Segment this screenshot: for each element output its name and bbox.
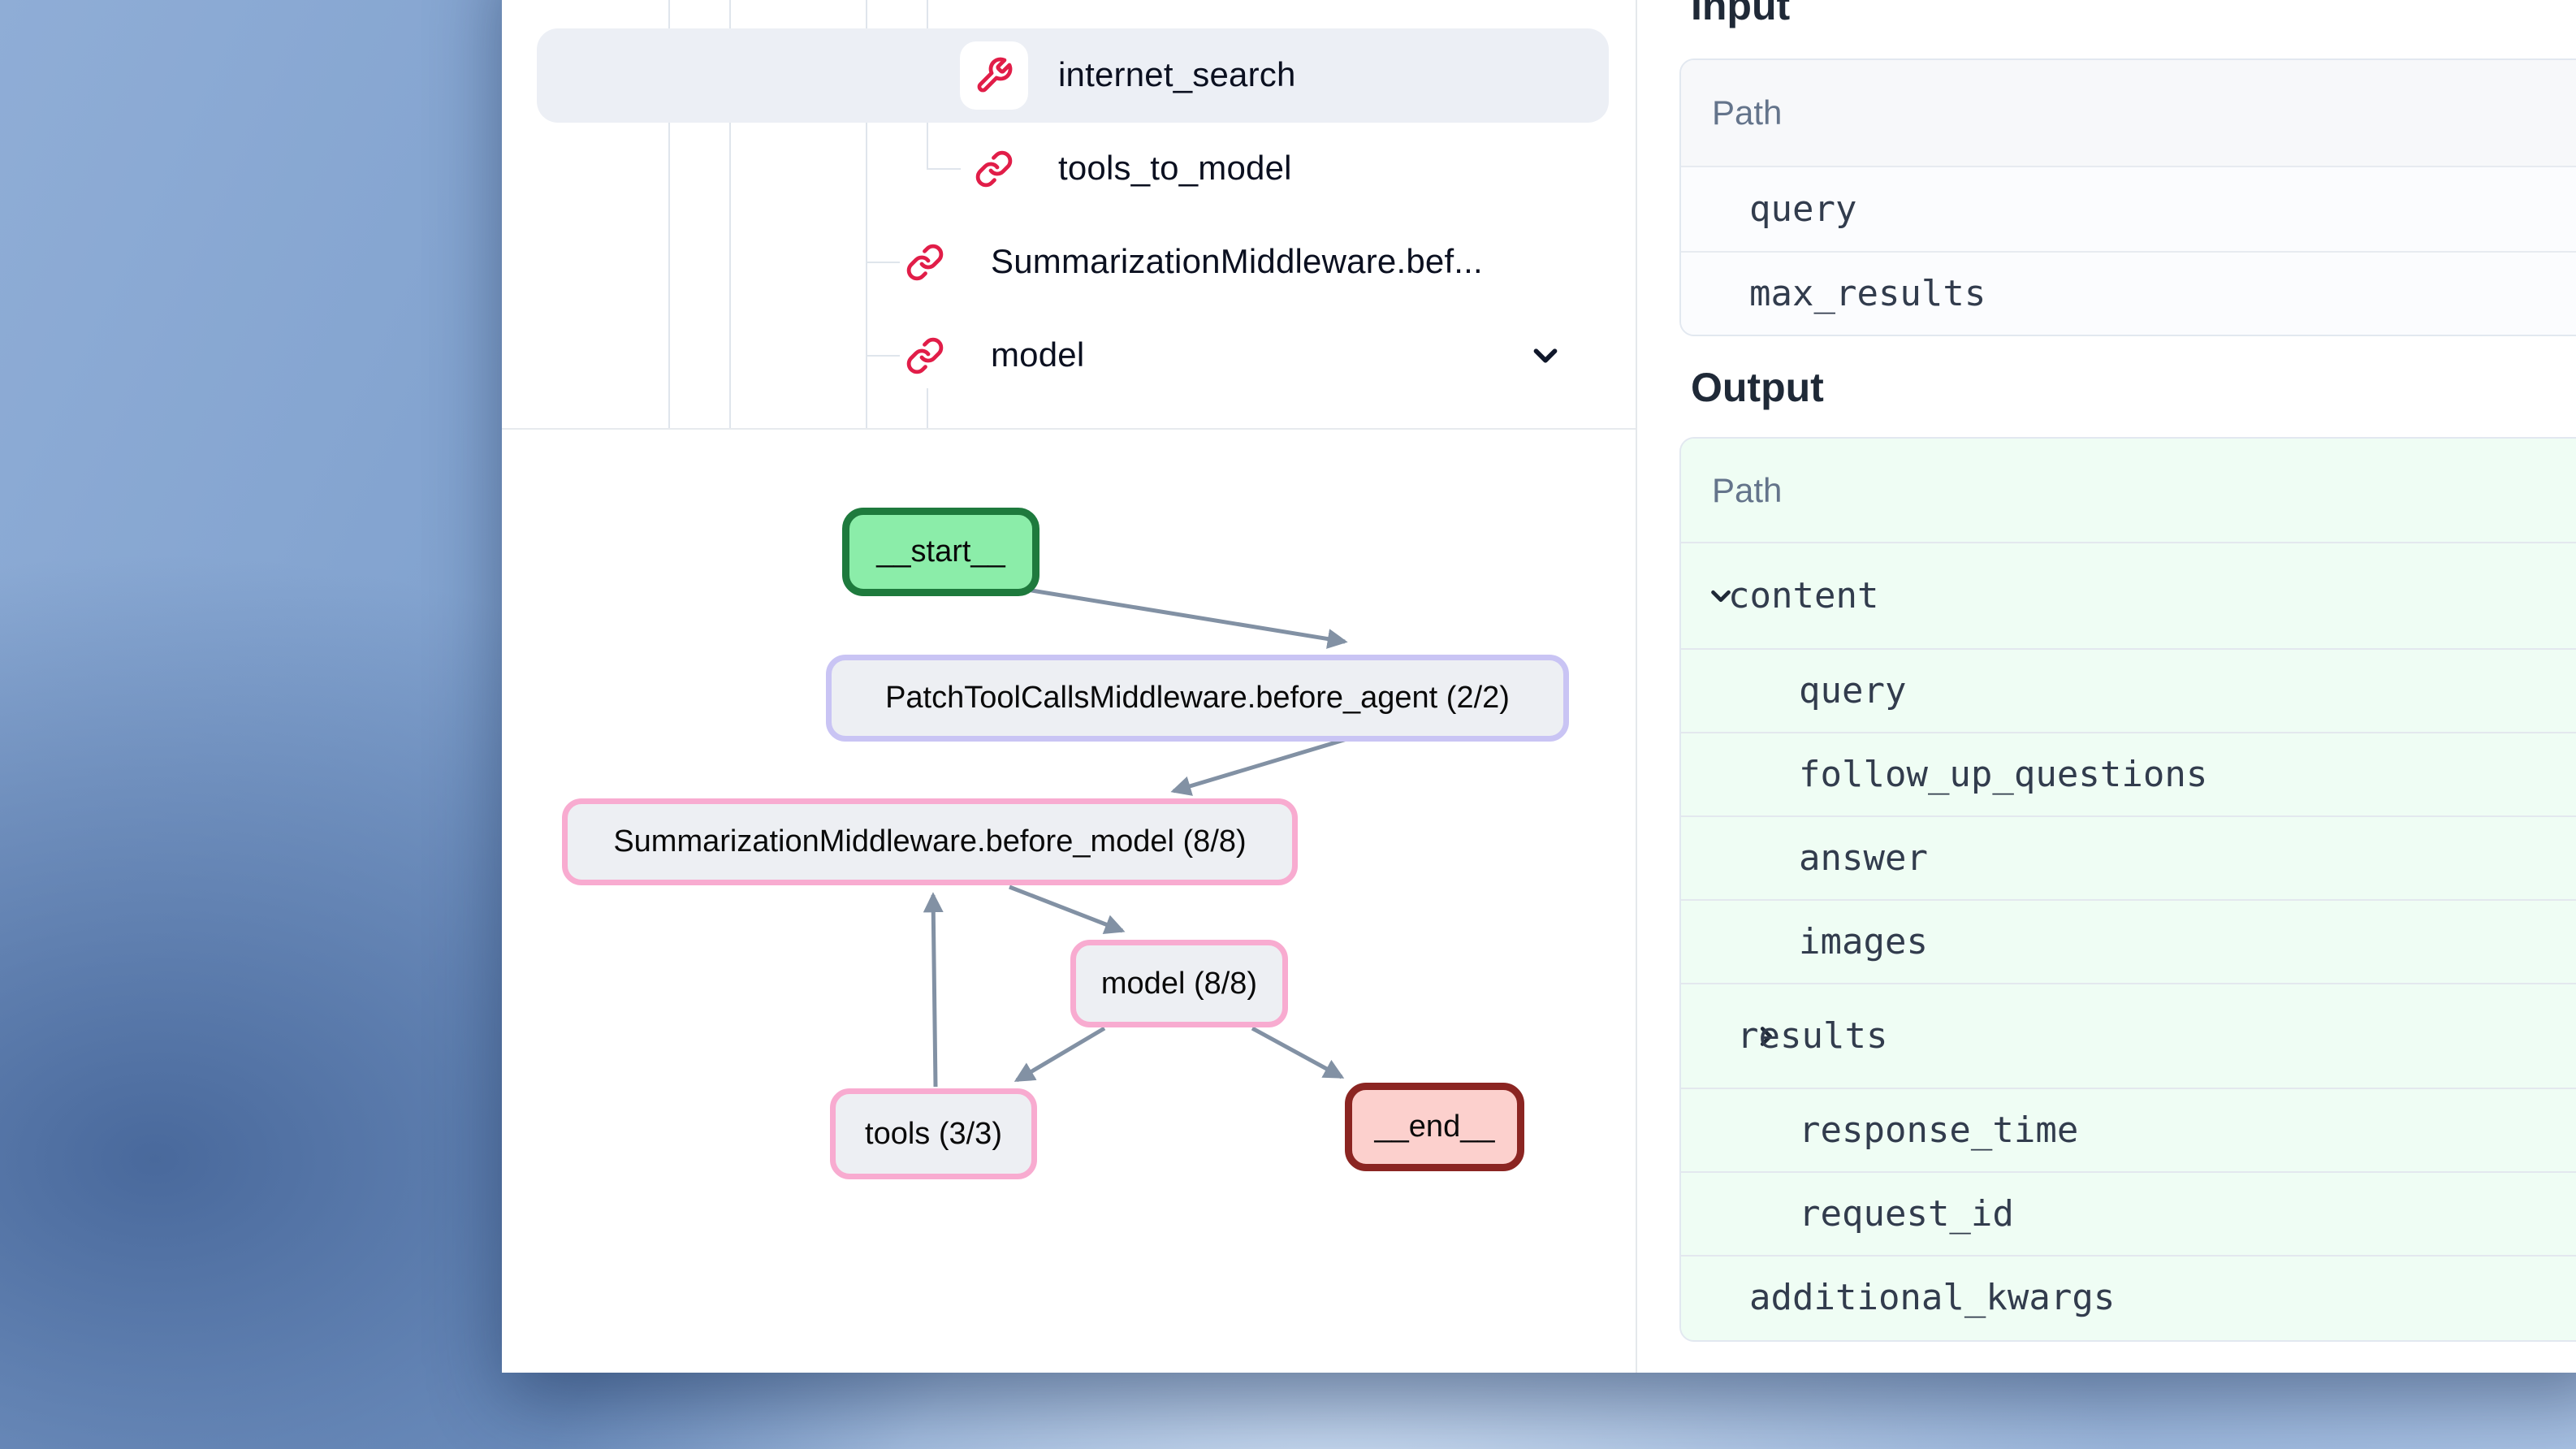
path-row-request_id[interactable]: request_id — [1681, 1171, 2576, 1255]
chevron-down-icon[interactable] — [1527, 337, 1564, 374]
trace-viewer-window: internet_search tools_to_model Summarizati… — [502, 0, 2576, 1373]
path-row-follow_up_questions[interactable]: follow_up_questions — [1681, 732, 2576, 815]
path-header-label: Path — [1712, 93, 1782, 132]
path-row-label: query — [1749, 188, 1856, 230]
path-row-max_results[interactable]: max_results — [1681, 251, 2576, 335]
path-row-images[interactable]: images — [1681, 899, 2576, 983]
path-row-label: response_time — [1799, 1109, 2078, 1151]
graph-edge — [1252, 1028, 1342, 1077]
path-row-label: query — [1799, 670, 1906, 712]
path-header-label: Path — [1712, 471, 1782, 510]
run-tree: internet_search tools_to_model Summarizati… — [502, 0, 1636, 428]
wrench-icon — [975, 56, 1014, 95]
graph-edge — [1017, 588, 1345, 642]
tree-item-SummarizationMiddleware.bef...[interactable]: SummarizationMiddleware.bef... — [502, 215, 1636, 309]
graph-edge — [1009, 887, 1122, 931]
path-row-label: images — [1799, 921, 1928, 962]
path-row-label: max_results — [1749, 273, 1986, 314]
graph-canvas: __start__ PatchToolCallsMiddleware.before… — [502, 430, 1636, 1373]
path-row-response_time[interactable]: response_time — [1681, 1088, 2576, 1171]
path-row-query[interactable]: query — [1681, 648, 2576, 732]
path-row-additional_kwargs[interactable]: additional_kwargs — [1681, 1255, 2576, 1339]
input-path-table: Path query max_results — [1679, 58, 2576, 336]
path-row-answer[interactable]: answer — [1681, 815, 2576, 899]
tree-item-label: model — [991, 335, 1084, 374]
graph-node-start[interactable]: __start__ — [842, 508, 1039, 596]
graph-node-label: __start__ — [876, 534, 1005, 569]
output-path-header: Path — [1681, 439, 2576, 543]
tree-item-internet_search[interactable]: internet_search — [502, 28, 1636, 123]
trace-panel: internet_search tools_to_model Summarizati… — [502, 0, 1636, 1373]
path-row-label: results — [1737, 1015, 1887, 1057]
graph-node-label: tools (3/3) — [865, 1117, 1002, 1152]
path-row-label: answer — [1799, 837, 1928, 879]
input-heading: Input — [1691, 0, 1790, 28]
path-row-label: additional_kwargs — [1749, 1277, 2115, 1318]
tool-icon-chip — [960, 41, 1028, 110]
graph-node-summarization[interactable]: SummarizationMiddleware.before_model (8/… — [562, 798, 1298, 885]
link-icon — [975, 149, 1014, 188]
output-heading: Output — [1691, 365, 1824, 409]
desktop: internet_search tools_to_model Summarizati… — [0, 0, 2576, 1449]
tree-item-label: internet_search — [1058, 55, 1296, 94]
tree-item-model[interactable]: model — [502, 309, 1636, 403]
inspector-panel: Input Path query max_results Output Path … — [1636, 0, 2576, 1373]
graph-edge — [933, 895, 936, 1087]
tree-item-label: SummarizationMiddleware.bef... — [991, 242, 1483, 281]
link-icon — [905, 243, 944, 282]
input-path-header: Path — [1681, 60, 2576, 167]
graph-node-patch[interactable]: PatchToolCallsMiddleware.before_agent (2… — [826, 655, 1569, 742]
path-row-label: request_id — [1799, 1193, 2014, 1235]
path-row-label: follow_up_questions — [1799, 754, 2207, 795]
graph-edges — [502, 430, 1636, 1373]
graph-node-label: SummarizationMiddleware.before_model (8/… — [613, 824, 1246, 859]
graph-node-tools[interactable]: tools (3/3) — [830, 1088, 1037, 1179]
graph-edge — [1017, 1028, 1104, 1080]
tree-item-tools_to_model[interactable]: tools_to_model — [502, 122, 1636, 216]
graph-node-end[interactable]: __end__ — [1345, 1083, 1524, 1171]
graph-node-label: __end__ — [1375, 1109, 1495, 1144]
tree-item-label: tools_to_model — [1058, 149, 1292, 188]
graph-edge — [1173, 737, 1352, 791]
path-row-content[interactable]: content — [1681, 543, 2576, 648]
path-row-query[interactable]: query — [1681, 167, 2576, 251]
output-path-table: Path content query follow_up_questionsansw… — [1679, 437, 2576, 1342]
graph-node-label: PatchToolCallsMiddleware.before_agent (2… — [885, 681, 1510, 716]
link-icon — [905, 336, 944, 375]
graph-node-label: model (8/8) — [1101, 967, 1257, 1001]
path-row-label: content — [1728, 575, 1878, 616]
graph-node-model[interactable]: model (8/8) — [1070, 940, 1288, 1027]
path-row-results[interactable]: results — [1681, 983, 2576, 1088]
